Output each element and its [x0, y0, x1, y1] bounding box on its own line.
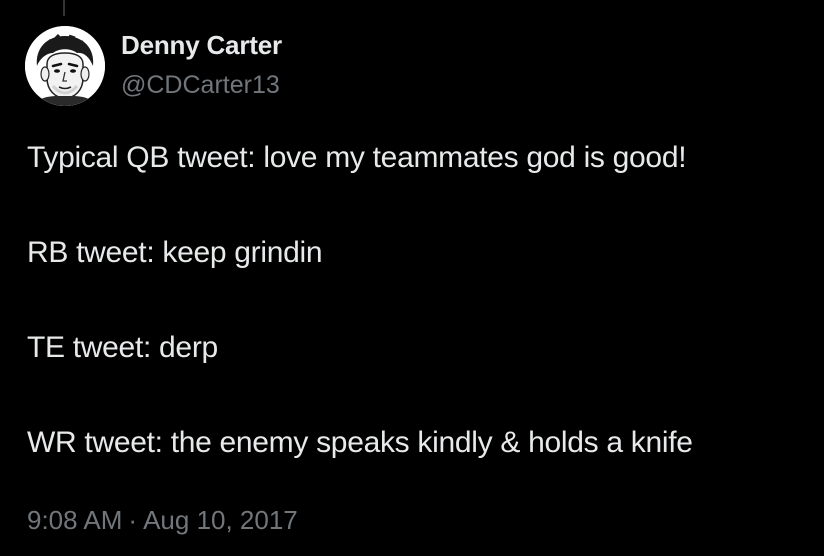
thread-connector-line — [63, 0, 65, 16]
tweet-timestamp[interactable]: 9:08 AM · Aug 10, 2017 — [27, 505, 298, 536]
portrait-icon — [25, 26, 105, 106]
tweet-line-wr: WR tweet: the enemy speaks kindly & hold… — [27, 426, 693, 459]
tweet-text: Typical QB tweet: love my teammates god … — [27, 139, 817, 462]
tweet-line-rb: RB tweet: keep grindin — [27, 236, 323, 269]
author-display-name[interactable]: Denny Carter — [121, 30, 282, 61]
timestamp-separator: · — [128, 505, 138, 535]
avatar[interactable] — [25, 26, 105, 106]
tweet-date: Aug 10, 2017 — [143, 505, 298, 535]
tweet-line-te: TE tweet: derp — [27, 331, 218, 364]
tweet-line-qb: Typical QB tweet: love my teammates god … — [27, 141, 687, 174]
author-handle[interactable]: @CDCarter13 — [121, 71, 280, 100]
tweet-time: 9:08 AM — [27, 505, 123, 535]
